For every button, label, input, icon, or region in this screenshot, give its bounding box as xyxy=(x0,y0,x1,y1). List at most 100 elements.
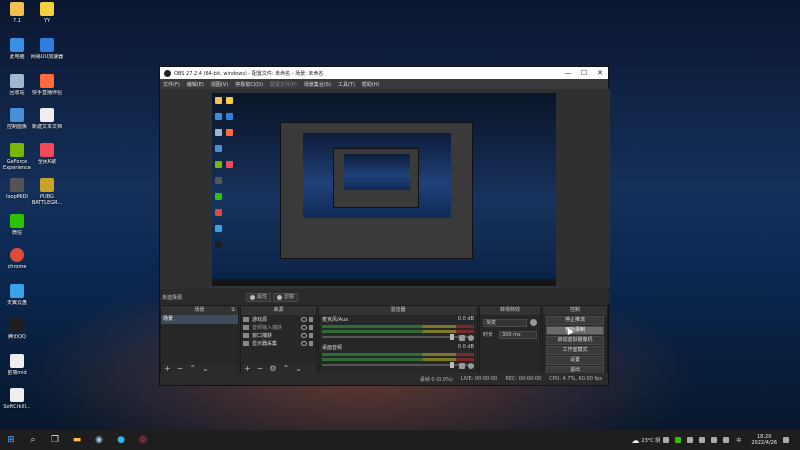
lock-icon[interactable] xyxy=(309,332,313,338)
speaker-icon[interactable] xyxy=(459,335,465,341)
gear-icon xyxy=(250,294,255,300)
gear-icon[interactable] xyxy=(530,319,537,326)
steam-icon[interactable]: ◉ xyxy=(93,434,105,446)
pubg-icon xyxy=(40,178,54,192)
remove-icon[interactable]: − xyxy=(177,365,184,373)
tray-app-icon[interactable] xyxy=(663,437,670,443)
source-item[interactable]: 窗口捕获 xyxy=(241,331,316,339)
microphone-icon xyxy=(243,324,249,330)
move-up-icon[interactable]: ⌃ xyxy=(283,365,290,373)
gear-icon[interactable]: ⚙ xyxy=(269,365,276,373)
desktop-icon[interactable]: loopMIDI xyxy=(0,178,34,200)
eye-icon[interactable] xyxy=(301,340,307,346)
network-icon[interactable] xyxy=(711,437,718,443)
desktop-icon[interactable]: 此电脑 xyxy=(0,38,34,60)
add-icon[interactable]: + xyxy=(164,365,171,373)
search-icon[interactable]: ⌕ xyxy=(27,434,39,446)
dock-close-icon[interactable]: ⧉ xyxy=(231,306,235,315)
speaker-icon[interactable] xyxy=(459,363,465,369)
source-item[interactable]: 游戏源 xyxy=(241,315,316,323)
tray-app-icon[interactable] xyxy=(675,437,682,443)
desktop-icon[interactable]: PUBG BATTLEGR... xyxy=(30,178,64,206)
desktop-icon[interactable]: 回收站 xyxy=(0,74,34,96)
menu-profile[interactable]: 配置文件(P) xyxy=(270,81,297,88)
lock-icon[interactable] xyxy=(309,324,313,330)
desktop-icon[interactable]: SoftCrkill... xyxy=(0,388,34,410)
preview-area[interactable] xyxy=(160,89,610,289)
transition-select[interactable]: 渐变 xyxy=(483,318,527,327)
desktop-icon[interactable]: 新建文本文档 xyxy=(30,108,64,130)
mixer-dock: 混音器 麦克风/Aux 0.0 dB 桌面音频 0.0 dB xyxy=(318,305,478,375)
minimize-button[interactable]: — xyxy=(560,69,576,77)
start-recording-button[interactable]: 开始录制 xyxy=(546,326,604,335)
desktop-icon[interactable]: 7.1 xyxy=(0,2,34,24)
controls-dock: 控制 停止推流 开始录制 启动虚拟摄像机 工作室模式 设置 退出 xyxy=(542,305,608,375)
eye-icon[interactable] xyxy=(301,332,307,338)
file-explorer-icon[interactable]: ▬ xyxy=(71,434,83,446)
move-down-icon[interactable]: ⌄ xyxy=(202,365,209,373)
virtual-camera-button[interactable]: 启动虚拟摄像机 xyxy=(546,336,604,345)
desktop-icon[interactable]: 快手直播伴侣 xyxy=(30,74,64,96)
properties-button[interactable]: 属性 xyxy=(246,292,272,302)
volume-slider[interactable] xyxy=(322,334,474,340)
menu-view[interactable]: 视图(V) xyxy=(211,81,228,88)
menu-edit[interactable]: 编辑(E) xyxy=(187,81,204,88)
window-titlebar[interactable]: OBS 27.2.4 (64-bit, windows) - 配置文件: 未命名… xyxy=(160,67,608,79)
clock[interactable]: 18:20 2022/4/26 xyxy=(751,434,777,446)
close-button[interactable]: ✕ xyxy=(592,69,608,77)
weather-text[interactable]: 23°C 阴 xyxy=(641,437,660,444)
mini-desktop-icon xyxy=(215,241,222,248)
task-view-icon[interactable]: ❐ xyxy=(49,434,61,446)
tray-app-icon[interactable] xyxy=(699,437,706,443)
desktop-icon[interactable]: 控制面板 xyxy=(0,108,34,130)
lock-icon[interactable] xyxy=(309,340,313,346)
desktop-icon[interactable]: GeForce Experience xyxy=(0,143,34,171)
move-down-icon[interactable]: ⌄ xyxy=(295,365,302,373)
menu-scene-collection[interactable]: 场景集合(S) xyxy=(304,81,331,88)
settings-button[interactable]: 设置 xyxy=(546,356,604,365)
slider-handle[interactable] xyxy=(450,362,454,368)
stop-streaming-button[interactable]: 停止推流 xyxy=(546,316,604,325)
windows-start-icon[interactable]: ⊞ xyxy=(5,434,17,446)
desktop-icon[interactable]: 微信 xyxy=(0,214,34,236)
eye-icon[interactable] xyxy=(301,324,307,330)
remove-icon[interactable]: − xyxy=(257,365,264,373)
add-icon[interactable]: + xyxy=(244,365,251,373)
mini-desktop-icon xyxy=(226,129,233,136)
chrome-icon xyxy=(10,248,24,262)
obs-taskbar-icon[interactable]: ◎ xyxy=(137,434,149,446)
menu-help[interactable]: 帮助(H) xyxy=(362,81,380,88)
volume-slider[interactable] xyxy=(322,362,474,368)
desktop-icon[interactable]: 苗墙mid xyxy=(0,354,34,376)
desktop-icon[interactable]: YY xyxy=(30,2,64,24)
menu-bar: 文件(F) 编辑(E) 视图(V) 停靠窗口(D) 配置文件(P) 场景集合(S… xyxy=(160,79,608,89)
source-item[interactable]: 音频输入捕获 xyxy=(241,323,316,331)
gear-icon[interactable] xyxy=(468,363,474,369)
eye-icon[interactable] xyxy=(301,316,307,322)
filters-button[interactable]: 滤镜 xyxy=(273,292,299,302)
desktop-icon[interactable]: 全民K歌 xyxy=(30,143,64,165)
desktop-icon[interactable]: 网易UU加速器 xyxy=(30,38,64,60)
duration-input[interactable]: 300 ms xyxy=(499,330,537,339)
maximize-button[interactable]: ☐ xyxy=(576,69,592,77)
input-language[interactable]: 中 xyxy=(736,437,741,444)
desktop-icon[interactable]: 腾讯QQ xyxy=(0,318,34,340)
volume-icon[interactable] xyxy=(723,437,730,443)
gear-icon[interactable] xyxy=(468,335,474,341)
tray-app-icon[interactable] xyxy=(687,437,694,443)
desktop-icon[interactable]: 天翼云盘 xyxy=(0,284,34,306)
desktop-icon[interactable]: chrome xyxy=(0,248,34,270)
slider-handle[interactable] xyxy=(450,334,454,340)
edge-icon[interactable]: ● xyxy=(115,434,127,446)
lock-icon[interactable] xyxy=(309,316,313,322)
menu-docks[interactable]: 停靠窗口(D) xyxy=(235,81,263,88)
mini-desktop-icon xyxy=(215,97,222,104)
source-item[interactable]: 显示器采集 xyxy=(241,339,316,347)
menu-file[interactable]: 文件(F) xyxy=(163,81,180,88)
scene-item[interactable]: 场景 xyxy=(161,315,238,324)
notification-icon[interactable] xyxy=(783,437,789,443)
computer-icon xyxy=(10,38,24,52)
move-up-icon[interactable]: ⌃ xyxy=(189,365,196,373)
studio-mode-button[interactable]: 工作室模式 xyxy=(546,346,604,355)
menu-tools[interactable]: 工具(T) xyxy=(338,81,355,88)
